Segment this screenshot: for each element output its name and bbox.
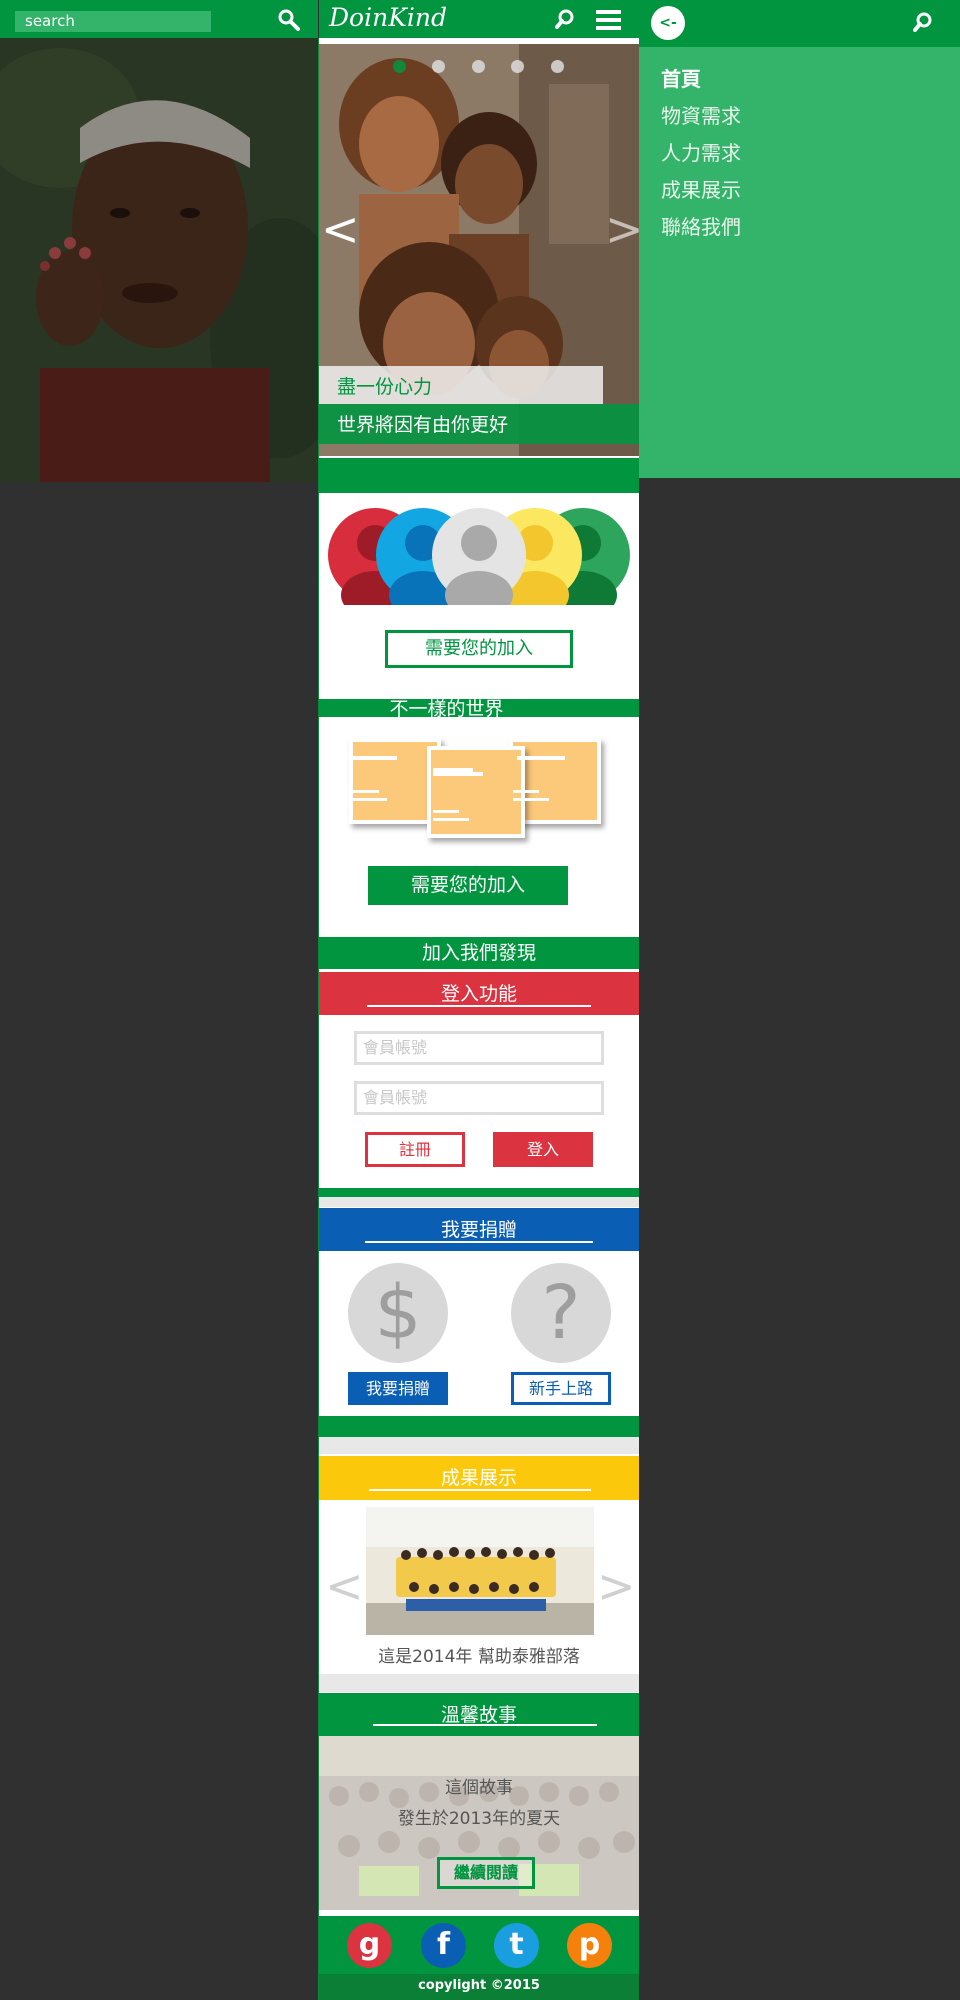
- hero-caption-2: 世界將因有由你更好: [319, 404, 639, 444]
- login-header: 登入功能: [319, 972, 639, 1015]
- back-button[interactable]: <-: [651, 6, 685, 40]
- carousel-dot[interactable]: [472, 60, 485, 73]
- title-underline: [367, 1005, 591, 1007]
- dollar-icon[interactable]: $: [348, 1263, 448, 1363]
- menu-item-home[interactable]: 首頁: [661, 63, 701, 92]
- logo[interactable]: DoinKind: [329, 3, 447, 32]
- section-gap: [319, 1674, 639, 1692]
- top-header: DoinKind: [319, 0, 639, 38]
- title-underline: [369, 1489, 591, 1491]
- different-world-join-button[interactable]: 需要您的加入: [368, 866, 568, 905]
- section-divider: [319, 1416, 639, 1437]
- section-divider: [319, 1188, 639, 1197]
- search-icon[interactable]: [913, 12, 933, 32]
- hero-carousel: < > 盡一份心力 世界將因有由你更好: [319, 44, 639, 456]
- left-header-bar: search: [0, 0, 318, 38]
- menu-item-results[interactable]: 成果展示: [661, 174, 741, 203]
- login-button[interactable]: 登入: [493, 1132, 593, 1167]
- volunteers-avatars: [319, 505, 639, 605]
- copyright-text: copylight ©2015: [418, 1978, 540, 1993]
- mobile-page: DoinKind < > 盡一份心力 世界將因有由你更好 需要您的加入 不一樣的…: [319, 0, 639, 2000]
- card-text-lines: [349, 756, 565, 821]
- menu-item-supplies[interactable]: 物資需求: [661, 100, 741, 129]
- menu-item-manpower[interactable]: 人力需求: [661, 137, 741, 166]
- title-underline: [373, 1724, 597, 1726]
- password-input[interactable]: 會員帳號: [354, 1081, 604, 1115]
- search-icon[interactable]: [555, 9, 575, 29]
- carousel-prev-arrow[interactable]: <: [321, 206, 360, 252]
- results-title: 成果展示: [440, 1467, 517, 1489]
- results-header: 成果展示: [319, 1456, 639, 1500]
- carousel-dot[interactable]: [551, 60, 564, 73]
- discover-band: 加入我們發現: [319, 937, 639, 969]
- donate-header: 我要捐贈: [319, 1208, 639, 1251]
- newbie-guide-button[interactable]: 新手上路: [511, 1372, 611, 1405]
- stories-title: 溫馨故事: [440, 1704, 517, 1726]
- stories-header: 溫馨故事: [319, 1693, 639, 1736]
- question-icon[interactable]: ?: [511, 1263, 611, 1363]
- donate-title: 我要捐贈: [440, 1219, 517, 1241]
- facebook-icon[interactable]: f: [421, 1923, 466, 1968]
- google-icon[interactable]: g: [347, 1923, 392, 1968]
- child-photo: [0, 38, 318, 482]
- different-world-title: 不一樣的世界: [389, 698, 504, 720]
- carousel-dot[interactable]: [511, 60, 524, 73]
- read-more-button[interactable]: 繼續閱讀: [437, 1857, 535, 1889]
- footer: copylight ©2015: [319, 1974, 639, 2000]
- results-prev-arrow[interactable]: <: [325, 1563, 364, 1609]
- login-title: 登入功能: [440, 983, 517, 1005]
- twitter-icon[interactable]: t: [494, 1923, 539, 1968]
- side-menu: <- 首頁 物資需求 人力需求 成果展示 聯絡我們: [639, 0, 960, 478]
- section-gap: [319, 1197, 639, 1207]
- section-gap: [319, 1437, 639, 1454]
- register-button[interactable]: 註冊: [365, 1132, 465, 1167]
- search-icon[interactable]: [278, 9, 300, 31]
- results-next-arrow[interactable]: >: [597, 1563, 636, 1609]
- story-line-2: 發生於2013年的夏天: [397, 1809, 561, 1829]
- carousel-dot[interactable]: [432, 60, 445, 73]
- hero-caption-1: 盡一份心力: [319, 366, 603, 404]
- side-menu-header: <-: [639, 0, 960, 47]
- hamburger-menu-icon[interactable]: [596, 10, 621, 30]
- carousel-dot[interactable]: [393, 60, 406, 73]
- social-bar: g f t p: [319, 1916, 639, 1974]
- results-caption: 這是2014年 幫助泰雅部落: [378, 1647, 580, 1667]
- carousel-next-arrow[interactable]: >: [605, 206, 639, 252]
- section-divider: [319, 458, 639, 493]
- search-input[interactable]: search: [15, 11, 211, 32]
- donate-button[interactable]: 我要捐贈: [348, 1372, 448, 1405]
- menu-item-contact[interactable]: 聯絡我們: [661, 211, 741, 240]
- title-underline: [365, 1241, 593, 1243]
- join-button[interactable]: 需要您的加入: [385, 630, 573, 668]
- account-input[interactable]: 會員帳號: [354, 1031, 604, 1065]
- results-photo[interactable]: [366, 1507, 594, 1635]
- story-line-1: 這個故事: [445, 1778, 513, 1798]
- pinterest-icon[interactable]: p: [567, 1923, 612, 1968]
